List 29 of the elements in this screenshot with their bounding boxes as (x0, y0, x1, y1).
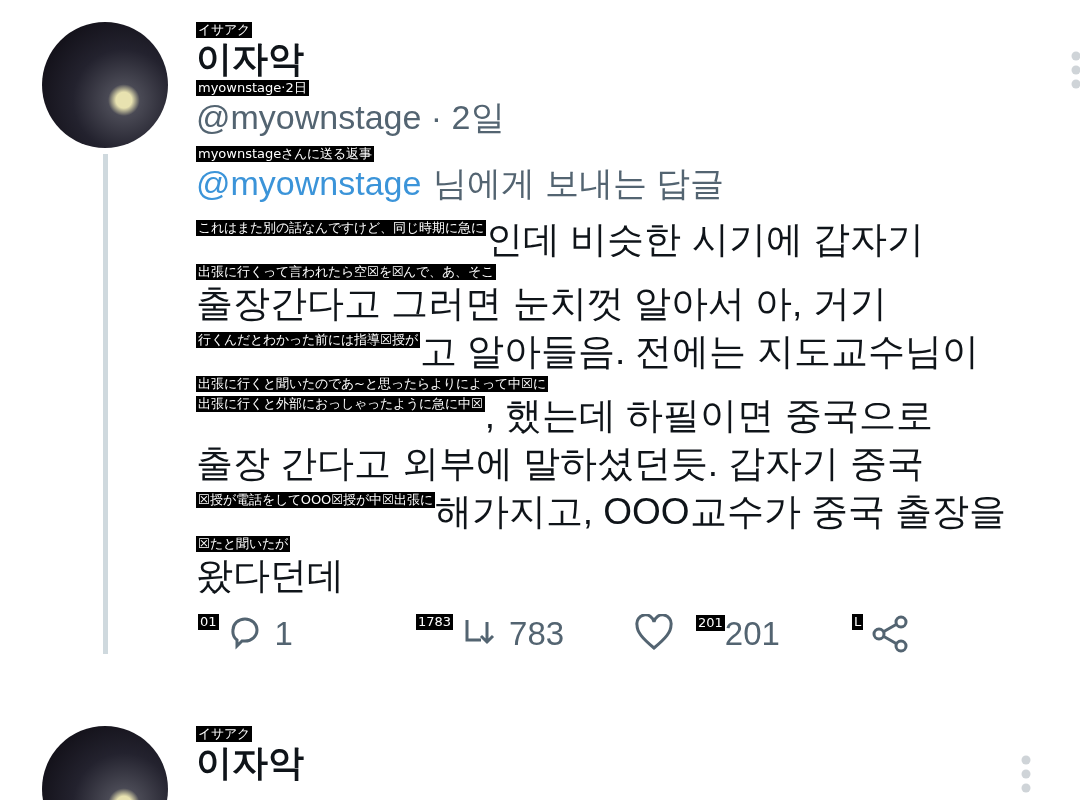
tweet-text-line: 출장간다고 그러면 눈치껏 알아서 아, 거기 (196, 282, 887, 326)
translation-label: 1783 (416, 614, 454, 630)
translation-label: myownstageさんに送る返事 (196, 146, 375, 162)
user-handle: @myownstage · 2일 (196, 97, 505, 138)
tweet-text-line: , 했는데 하필이면 중국으로 (484, 394, 933, 438)
user-name[interactable]: 이자악 (196, 742, 304, 784)
translation-label: L (852, 614, 864, 630)
translation-label: 行くんだとわかった前には指導☒授が (196, 332, 420, 348)
reply-context-text: 님에게 보내는 답글 (433, 163, 725, 204)
translation-label: 201 (696, 615, 725, 631)
translation-label: 出張に行くと外部におっしゃったように急に中☒ (196, 396, 485, 412)
translation-label: 01 (198, 614, 219, 630)
tweet-text-line: 출장 간다고 외부에 말하셨던듯. 갑자기 중국 (196, 442, 924, 486)
translation-label: イサアク (196, 726, 252, 742)
action-count: 201 (724, 615, 780, 653)
translation-label: これはまた別の話なんですけど、同じ時期に急に (196, 220, 486, 236)
translation-label: イサアク (196, 22, 252, 38)
action-count: 1 (274, 615, 293, 653)
tweet-text-line: 고 알아들음. 전에는 지도교수님이 (419, 330, 979, 374)
user-name[interactable]: 이자악 (196, 38, 304, 80)
translation-label: 出張に行くと聞いたのであ~と思ったらよりによって中☒に (196, 376, 548, 392)
action-count: 783 (509, 615, 565, 653)
translation-label: 出張に行くって言われたら空☒を☒んで、あ、そこ (196, 264, 497, 280)
tweet-text-line: 해가지고, OOO교수가 중국 출장을 (434, 490, 1007, 534)
tweet-text-line: 왔다던데 (196, 554, 344, 598)
tweet-text-line: 인데 비슷한 시기에 갑자기 (486, 218, 924, 262)
translation-label: ☒授が電話をしてOOO☒授が中☒出張に (196, 492, 435, 508)
translation-label: myownstage·2日 (196, 80, 309, 96)
translation-label: ☒たと聞いたが (196, 536, 290, 552)
